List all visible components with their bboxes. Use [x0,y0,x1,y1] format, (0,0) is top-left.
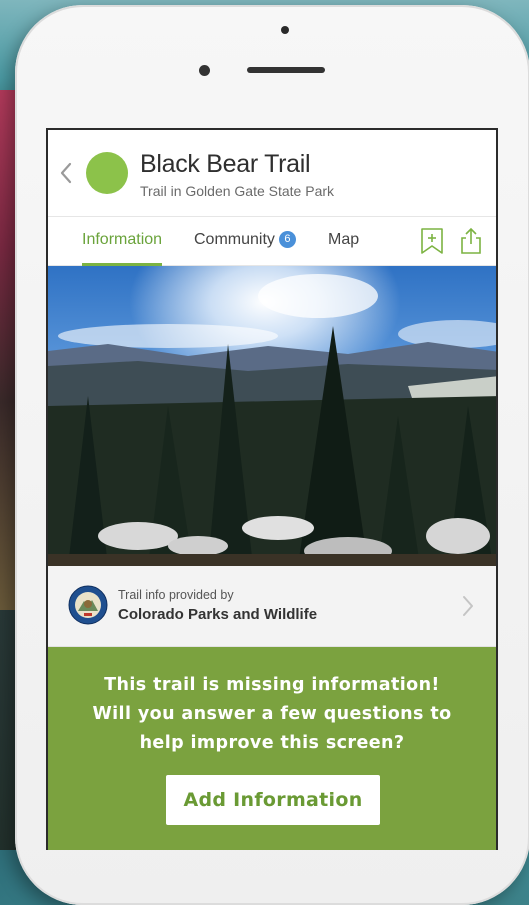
back-button[interactable] [56,158,76,188]
tab-community-label: Community [194,231,275,248]
page-title: Black Bear Trail [140,150,311,178]
trail-photo [48,266,496,566]
share-icon [461,227,481,254]
missing-info-line-2: Will you answer a few questions to [92,704,452,724]
app-screen: Black Bear Trail Trail in Golden Gate St… [46,128,498,850]
tab-bar: Information Community 6 Map [48,216,496,266]
proximity-sensor [199,65,210,76]
chevron-right-icon [463,596,473,616]
missing-info-message: This trail is missing information! Will … [48,647,496,758]
missing-info-line-1: This trail is missing information! [104,675,440,695]
front-camera [281,26,289,34]
page-subtitle: Trail in Golden Gate State Park [140,183,335,199]
bookmark-button[interactable] [419,227,445,255]
community-count-badge: 6 [278,231,296,248]
share-button[interactable] [458,227,484,255]
trail-avatar [86,152,128,194]
missing-info-line-3: help improve this screen? [139,733,405,753]
cpw-logo-icon [68,585,108,625]
trail-header: Black Bear Trail Trail in Golden Gate St… [48,130,496,216]
tab-map[interactable]: Map [328,217,359,265]
provider-name: Colorado Parks and Wildlife [118,606,318,623]
add-information-button[interactable]: Add Information [166,775,380,825]
provider-caption: Trail info provided by [118,588,234,602]
tab-information[interactable]: Information [82,217,163,266]
tab-map-label: Map [328,231,360,248]
bookmark-add-icon [421,228,443,254]
trail-info-provider[interactable]: Trail info provided by Colorado Parks an… [48,566,496,647]
missing-info-banner: This trail is missing information! Will … [48,647,496,850]
earpiece-speaker [247,67,325,73]
tab-information-label: Information [82,231,163,248]
chevron-left-icon [60,162,72,184]
tab-community[interactable]: Community 6 [194,217,296,265]
